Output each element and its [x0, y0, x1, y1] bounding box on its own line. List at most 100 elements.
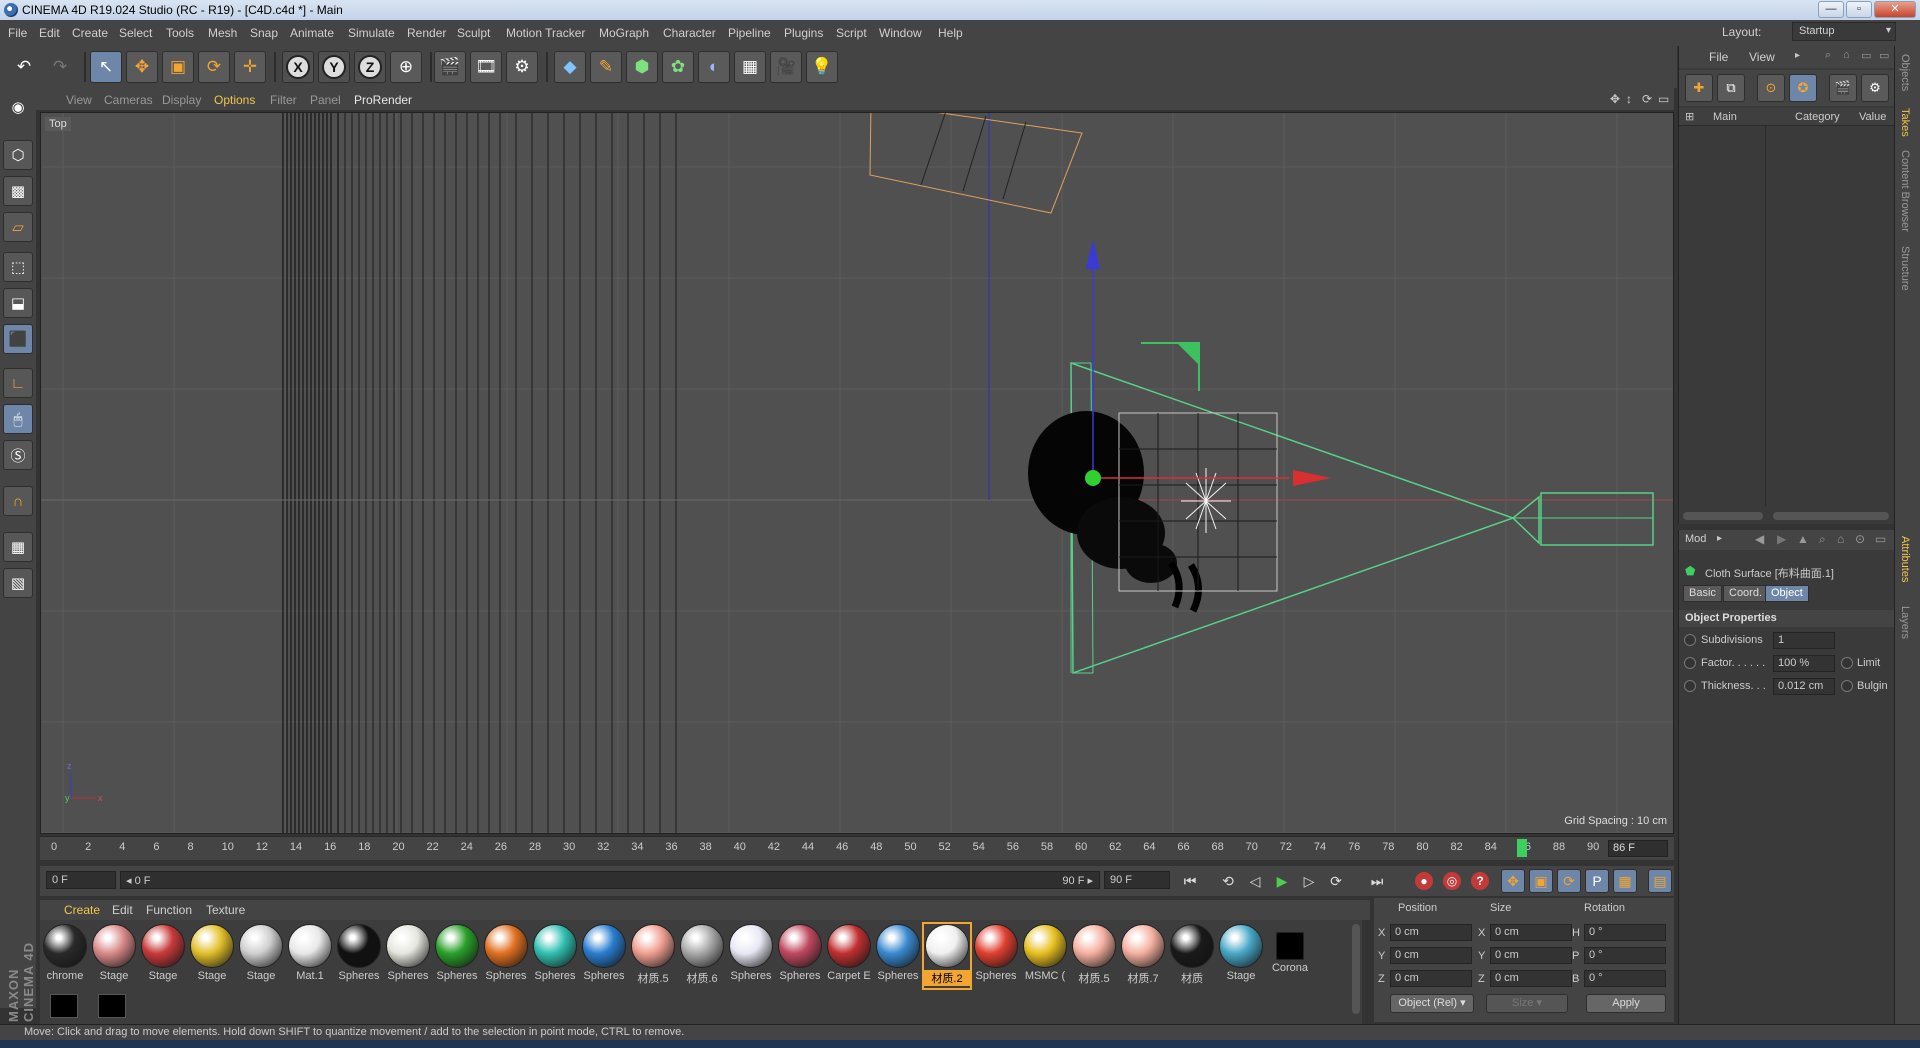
search-icon[interactable]: ⌕ — [1819, 532, 1826, 547]
viewport-menu-cameras[interactable]: Cameras — [104, 93, 153, 107]
rotation-field[interactable]: 0 ° — [1584, 970, 1666, 987]
menu-edit[interactable]: Edit — [39, 26, 60, 40]
material-swatch[interactable]: Spheres — [532, 924, 578, 988]
material-swatch[interactable]: Spheres — [973, 924, 1019, 988]
menu-render[interactable]: Render — [407, 26, 446, 40]
render-picture-viewer-icon[interactable]: 🎞 — [470, 51, 502, 83]
apply-button[interactable]: Apply — [1586, 994, 1666, 1013]
material-swatch[interactable]: Stage — [1218, 924, 1264, 988]
position-field[interactable]: 0 cm — [1390, 970, 1472, 987]
maximize-button[interactable]: ▫ — [1846, 1, 1872, 18]
play-icon[interactable]: ▶ — [1270, 869, 1294, 893]
auto-take-icon[interactable]: ⊙ — [1757, 74, 1785, 102]
gizmo-x-arrow[interactable] — [1293, 470, 1331, 486]
gizmo-z-arrow[interactable] — [1086, 239, 1100, 269]
lock-icon[interactable]: ⌂ — [1837, 532, 1844, 546]
model-mode-icon[interactable]: ⬡ — [3, 140, 33, 170]
new-take-icon[interactable]: ✚ — [1685, 74, 1713, 102]
material-menu-edit[interactable]: Edit — [112, 903, 133, 917]
factor-animate-toggle[interactable] — [1684, 657, 1696, 669]
workplane-lock-icon[interactable]: ▦ — [3, 532, 33, 562]
horizontal-scrollbar[interactable] — [1773, 512, 1889, 520]
attribute-mode-menu[interactable]: Mod — [1685, 533, 1706, 545]
factor-field[interactable]: 100 % — [1773, 655, 1835, 672]
transform-tool-icon[interactable]: ✛ — [234, 51, 266, 83]
y-axis-lock-button[interactable]: Y — [318, 51, 350, 83]
end-frame-field[interactable]: 90 F — [1104, 871, 1170, 889]
points-mode-icon[interactable]: ⬚ — [3, 252, 33, 282]
expand-icon[interactable]: ⊞ — [1685, 110, 1694, 123]
layout-select[interactable]: Startup — [1792, 22, 1896, 41]
cloner-icon[interactable]: ✿ — [662, 51, 694, 83]
clone-take-icon[interactable]: ⧉ — [1717, 74, 1745, 102]
material-swatch[interactable]: Spheres — [875, 924, 921, 988]
side-tab-objects[interactable]: Objects — [1899, 54, 1911, 91]
material-scrollbar[interactable] — [1352, 924, 1360, 1014]
menu-help[interactable]: Help — [938, 26, 963, 40]
tab-object[interactable]: Object — [1765, 585, 1809, 602]
undo-button[interactable]: ↶ — [8, 51, 40, 83]
rotation-field[interactable]: 0 ° — [1584, 924, 1666, 941]
key-scale-icon[interactable]: ▣ — [1529, 869, 1553, 893]
material-swatch[interactable]: Stage — [238, 924, 284, 988]
material-swatch[interactable]: 材质.6 — [679, 924, 725, 988]
rotation-field[interactable]: 0 ° — [1584, 947, 1666, 964]
menu-script[interactable]: Script — [836, 26, 867, 40]
key-pla-icon[interactable]: ▦ — [1613, 869, 1637, 893]
scale-tool-icon[interactable]: ▣ — [162, 51, 194, 83]
previous-frame-icon[interactable]: ◁ — [1243, 869, 1267, 893]
thickness-animate-toggle[interactable] — [1684, 680, 1696, 692]
position-field[interactable]: 0 cm — [1390, 924, 1472, 941]
menu-motion-tracker[interactable]: Motion Tracker — [506, 26, 585, 40]
column-category[interactable]: Category — [1795, 111, 1840, 123]
size-mode-select[interactable]: Size ▾ — [1486, 994, 1568, 1013]
menu-select[interactable]: Select — [119, 26, 152, 40]
menu-create[interactable]: Create — [72, 26, 108, 40]
make-editable-icon[interactable]: ◉ — [3, 92, 33, 122]
viewport-menu-display[interactable]: Display — [162, 93, 201, 107]
spline-pen-icon[interactable]: ✎ — [590, 51, 622, 83]
override-take-icon[interactable]: ✪ — [1789, 74, 1817, 102]
menu-character[interactable]: Character — [663, 26, 716, 40]
column-main[interactable]: Main — [1713, 111, 1737, 123]
size-field[interactable]: 0 cm — [1490, 947, 1572, 964]
side-tab-content-browser[interactable]: Content Browser — [1899, 150, 1911, 232]
material-swatch[interactable]: MSMC ( — [1022, 924, 1068, 988]
snap-magnet-icon[interactable]: ∩ — [3, 486, 33, 516]
size-field[interactable]: 0 cm — [1490, 970, 1572, 987]
menu-mograph[interactable]: MoGraph — [599, 26, 649, 40]
playhead[interactable] — [1516, 839, 1527, 857]
deformer-icon[interactable]: ◐ — [698, 51, 730, 83]
polygons-mode-icon[interactable]: ⬛ — [3, 324, 33, 354]
material-swatch[interactable]: Spheres — [483, 924, 529, 988]
material-menu-texture[interactable]: Texture — [206, 903, 245, 917]
material-swatch[interactable]: chrome — [42, 924, 88, 988]
z-axis-lock-button[interactable]: Z — [354, 51, 386, 83]
position-field[interactable]: 0 cm — [1390, 947, 1472, 964]
move-tool-icon[interactable]: ✥ — [126, 51, 158, 83]
viewport-menu-view[interactable]: View — [66, 93, 92, 107]
render-settings-icon[interactable]: ⚙ — [506, 51, 538, 83]
material-swatch[interactable] — [50, 994, 78, 1018]
material-swatch[interactable]: Stage — [189, 924, 235, 988]
object-menu-view[interactable]: View — [1749, 50, 1775, 64]
start-frame-field[interactable]: 0 F — [46, 871, 116, 889]
back-arrow-icon[interactable]: ◀ — [1755, 532, 1764, 546]
limit-animate-toggle[interactable] — [1841, 657, 1853, 669]
viewport-menu-filter[interactable]: Filter — [270, 93, 297, 107]
rotate-tool-icon[interactable]: ⟳ — [198, 51, 230, 83]
horizontal-scrollbar[interactable] — [1683, 512, 1763, 520]
previous-key-icon[interactable]: ⟲ — [1216, 869, 1240, 893]
material-swatch[interactable]: Corona — [1267, 924, 1313, 988]
solo-mode-icon[interactable]: Ⓢ — [3, 440, 33, 470]
key-rotation-icon[interactable]: ⟳ — [1557, 869, 1581, 893]
material-swatch[interactable]: 材质 — [1169, 924, 1215, 988]
forward-arrow-icon[interactable]: ▶ — [1777, 532, 1786, 546]
edges-mode-icon[interactable]: ⬓ — [3, 288, 33, 318]
material-swatch[interactable]: Spheres — [434, 924, 480, 988]
subdivisions-animate-toggle[interactable] — [1684, 634, 1696, 646]
key-position-icon[interactable]: ✥ — [1501, 869, 1525, 893]
viewport-menu-prorender[interactable]: ProRender — [354, 93, 412, 107]
pan-view-icon[interactable]: ✥ — [1610, 92, 1620, 106]
tab-basic[interactable]: Basic — [1683, 585, 1722, 602]
